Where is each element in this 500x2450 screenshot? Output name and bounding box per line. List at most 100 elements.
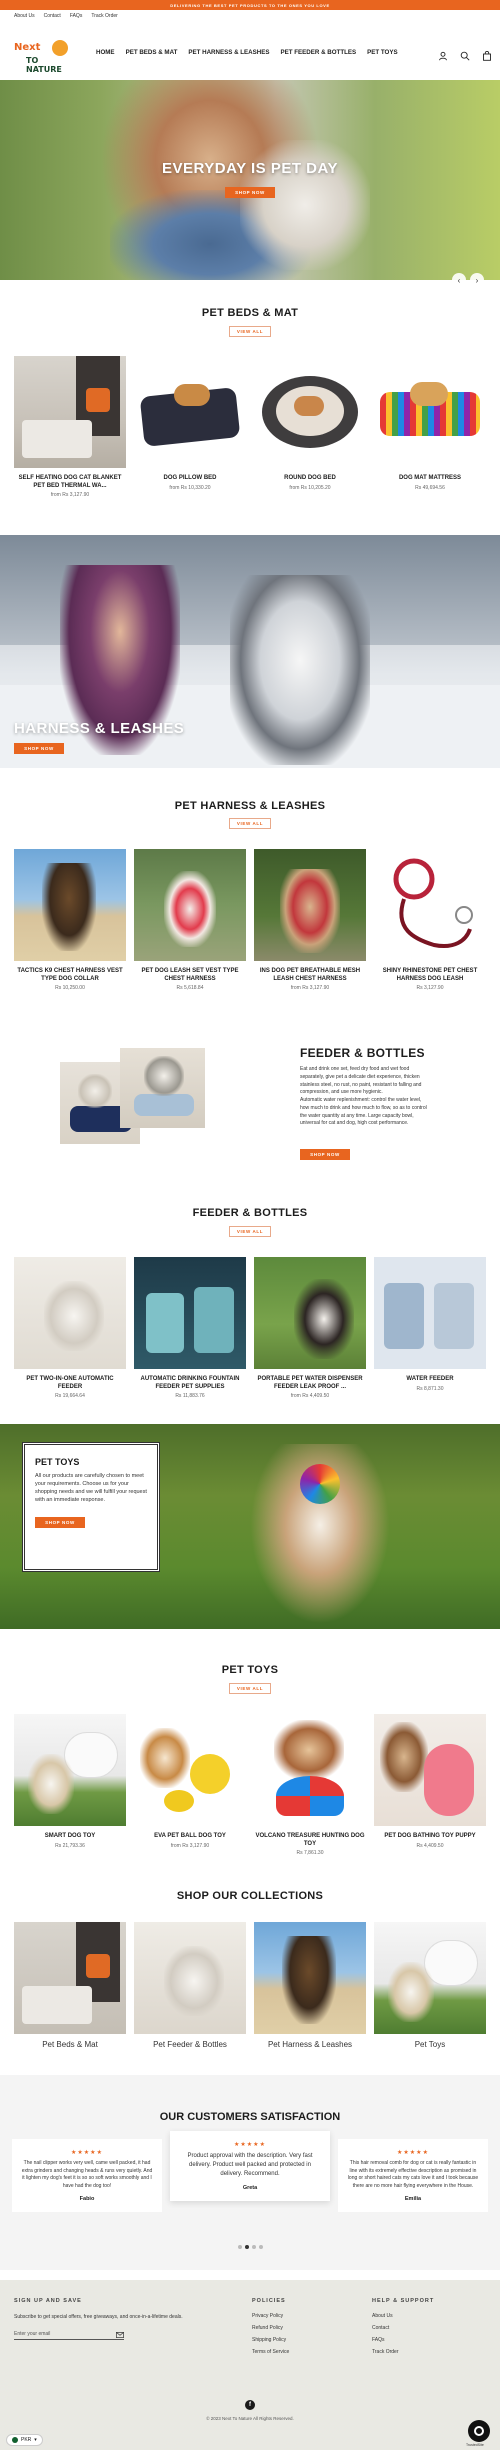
nav-pet-toys[interactable]: PET TOYS — [367, 49, 398, 56]
footer-link-terms[interactable]: Terms of Service — [252, 2346, 289, 2358]
product-card[interactable]: VOLCANO TREASURE HUNTING DOG TOY Rs 7,86… — [254, 1714, 366, 1856]
product-image[interactable] — [374, 1714, 486, 1826]
product-name[interactable]: WATER FEEDER — [374, 1376, 486, 1384]
email-field[interactable]: Enter your email — [14, 2328, 124, 2340]
product-image[interactable] — [134, 1714, 246, 1826]
collection-label[interactable]: Pet Beds & Mat — [14, 2040, 126, 2049]
footer-link-contact[interactable]: Contact — [372, 2322, 398, 2334]
collection-image[interactable] — [254, 1922, 366, 2034]
nav-home[interactable]: HOME — [96, 49, 115, 56]
pet-toys-shop-now-button[interactable]: SHOP NOW — [35, 1516, 85, 1528]
toys-view-all-button[interactable]: VIEW ALL — [229, 1683, 271, 1694]
product-name[interactable]: SELF HEATING DOG CAT BLANKET PET BED THE… — [14, 475, 126, 490]
product-card[interactable]: SMART DOG TOY Rs 21,793.36 — [14, 1714, 126, 1849]
pagination-dot[interactable] — [259, 2245, 263, 2249]
product-card[interactable]: DOG MAT MATTRESS Rs 49,694.56 — [374, 356, 486, 491]
top-link-faqs[interactable]: FAQs — [70, 13, 83, 19]
product-card[interactable]: PORTABLE PET WATER DISPENSER FEEDER LEAK… — [254, 1257, 366, 1399]
product-card[interactable]: AUTOMATIC DRINKING FOUNTAIN FEEDER PET S… — [134, 1257, 246, 1399]
collection-card[interactable]: Pet Harness & Leashes — [254, 1922, 366, 2049]
hero-prev-button[interactable]: ‹ — [452, 273, 466, 287]
product-image[interactable] — [374, 849, 486, 961]
product-image[interactable] — [134, 849, 246, 961]
product-card[interactable]: PET DOG LEASH SET VEST TYPE CHEST HARNES… — [134, 849, 246, 991]
collection-image[interactable] — [14, 1922, 126, 2034]
collection-label[interactable]: Pet Feeder & Bottles — [134, 2040, 246, 2049]
footer-link-privacy[interactable]: Privacy Policy — [252, 2310, 289, 2322]
product-image[interactable] — [254, 356, 366, 468]
mail-icon[interactable] — [116, 2325, 124, 2343]
product-card[interactable]: SHINY RHINESTONE PET CHEST HARNESS DOG L… — [374, 849, 486, 991]
footer-link-refund[interactable]: Refund Policy — [252, 2322, 289, 2334]
product-card[interactable]: WATER FEEDER Rs 8,871.30 — [374, 1257, 486, 1392]
cart-icon[interactable] — [482, 48, 492, 61]
product-name[interactable]: ROUND DOG BED — [254, 475, 366, 483]
product-name[interactable]: PORTABLE PET WATER DISPENSER FEEDER LEAK… — [254, 1376, 366, 1391]
product-image[interactable] — [254, 1257, 366, 1369]
product-image[interactable] — [14, 849, 126, 961]
product-image[interactable] — [14, 1257, 126, 1369]
product-name[interactable]: INS DOG PET BREATHABLE MESH LEASH CHEST … — [254, 968, 366, 983]
footer-link-track-order[interactable]: Track Order — [372, 2346, 398, 2358]
trustedsite-badge[interactable]: TrustedSite — [466, 2443, 484, 2447]
nav-pet-harness[interactable]: PET HARNESS & LEASHES — [188, 49, 269, 56]
footer-link-about[interactable]: About Us — [372, 2310, 398, 2322]
product-card[interactable]: ROUND DOG BED from Rs 10,205.20 — [254, 356, 366, 491]
product-name[interactable]: PET DOG LEASH SET VEST TYPE CHEST HARNES… — [134, 968, 246, 983]
collection-label[interactable]: Pet Toys — [374, 2040, 486, 2049]
pagination-dot[interactable] — [252, 2245, 256, 2249]
collection-card[interactable]: Pet Beds & Mat — [14, 1922, 126, 2049]
footer-link-faqs[interactable]: FAQs — [372, 2334, 398, 2346]
logo[interactable]: Next TO NATURE — [14, 40, 76, 74]
product-image[interactable] — [374, 1257, 486, 1369]
product-image[interactable] — [254, 849, 366, 961]
facebook-icon[interactable]: f — [245, 2400, 255, 2410]
product-image[interactable] — [134, 356, 246, 468]
product-name[interactable]: VOLCANO TREASURE HUNTING DOG TOY — [254, 1833, 366, 1848]
product-image[interactable] — [254, 1714, 366, 1826]
product-card[interactable]: DOG PILLOW BED from Rs 10,330.20 — [134, 356, 246, 491]
search-icon[interactable] — [460, 48, 470, 61]
product-name[interactable]: SHINY RHINESTONE PET CHEST HARNESS DOG L… — [374, 968, 486, 983]
nav-pet-feeder[interactable]: PET FEEDER & BOTTLES — [281, 49, 357, 56]
product-name[interactable]: DOG PILLOW BED — [134, 475, 246, 483]
product-name[interactable]: SMART DOG TOY — [14, 1833, 126, 1841]
product-card[interactable]: EVA PET BALL DOG TOY from Rs 3,127.90 — [134, 1714, 246, 1849]
product-name[interactable]: AUTOMATIC DRINKING FOUNTAIN FEEDER PET S… — [134, 1376, 246, 1391]
pagination-dot[interactable] — [245, 2245, 249, 2249]
harness-shop-now-button[interactable]: SHOP NOW — [14, 743, 64, 754]
pagination-dot[interactable] — [238, 2245, 242, 2249]
product-image[interactable] — [374, 356, 486, 468]
feeders-view-all-button[interactable]: VIEW ALL — [229, 1226, 271, 1237]
product-image[interactable] — [14, 356, 126, 468]
product-name[interactable]: TACTICS K9 CHEST HARNESS VEST TYPE DOG C… — [14, 968, 126, 983]
product-card[interactable]: PET TWO-IN-ONE AUTOMATIC FEEDER Rs 19,66… — [14, 1257, 126, 1399]
product-image[interactable] — [134, 1257, 246, 1369]
top-link-track-order[interactable]: Track Order — [91, 13, 117, 19]
product-name[interactable]: PET DOG BATHING TOY PUPPY — [374, 1833, 486, 1841]
product-card[interactable]: INS DOG PET BREATHABLE MESH LEASH CHEST … — [254, 849, 366, 991]
nav-pet-beds[interactable]: PET BEDS & MAT — [126, 49, 178, 56]
collection-label[interactable]: Pet Harness & Leashes — [254, 2040, 366, 2049]
harness-view-all-button[interactable]: VIEW ALL — [229, 818, 271, 829]
product-card[interactable]: PET DOG BATHING TOY PUPPY Rs 4,409.50 — [374, 1714, 486, 1849]
product-card[interactable]: TACTICS K9 CHEST HARNESS VEST TYPE DOG C… — [14, 849, 126, 991]
chat-button[interactable] — [468, 2420, 490, 2442]
collection-image[interactable] — [134, 1922, 246, 2034]
collection-image[interactable] — [374, 1922, 486, 2034]
collection-card[interactable]: Pet Feeder & Bottles — [134, 1922, 246, 2049]
hero-next-button[interactable]: › — [470, 273, 484, 287]
user-icon[interactable] — [438, 48, 448, 61]
product-image[interactable] — [14, 1714, 126, 1826]
top-link-about[interactable]: About Us — [14, 13, 35, 19]
beds-view-all-button[interactable]: VIEW ALL — [229, 326, 271, 337]
footer-link-shipping[interactable]: Shipping Policy — [252, 2334, 289, 2346]
collection-card[interactable]: Pet Toys — [374, 1922, 486, 2049]
feeder-shop-now-button[interactable]: SHOP NOW — [300, 1149, 350, 1160]
top-link-contact[interactable]: Contact — [44, 13, 61, 19]
product-name[interactable]: PET TWO-IN-ONE AUTOMATIC FEEDER — [14, 1376, 126, 1391]
product-name[interactable]: DOG MAT MATTRESS — [374, 475, 486, 483]
product-card[interactable]: SELF HEATING DOG CAT BLANKET PET BED THE… — [14, 356, 126, 498]
currency-selector[interactable]: PKR ▾ — [6, 2434, 43, 2446]
hero-shop-now-button[interactable]: SHOP NOW — [225, 187, 275, 198]
